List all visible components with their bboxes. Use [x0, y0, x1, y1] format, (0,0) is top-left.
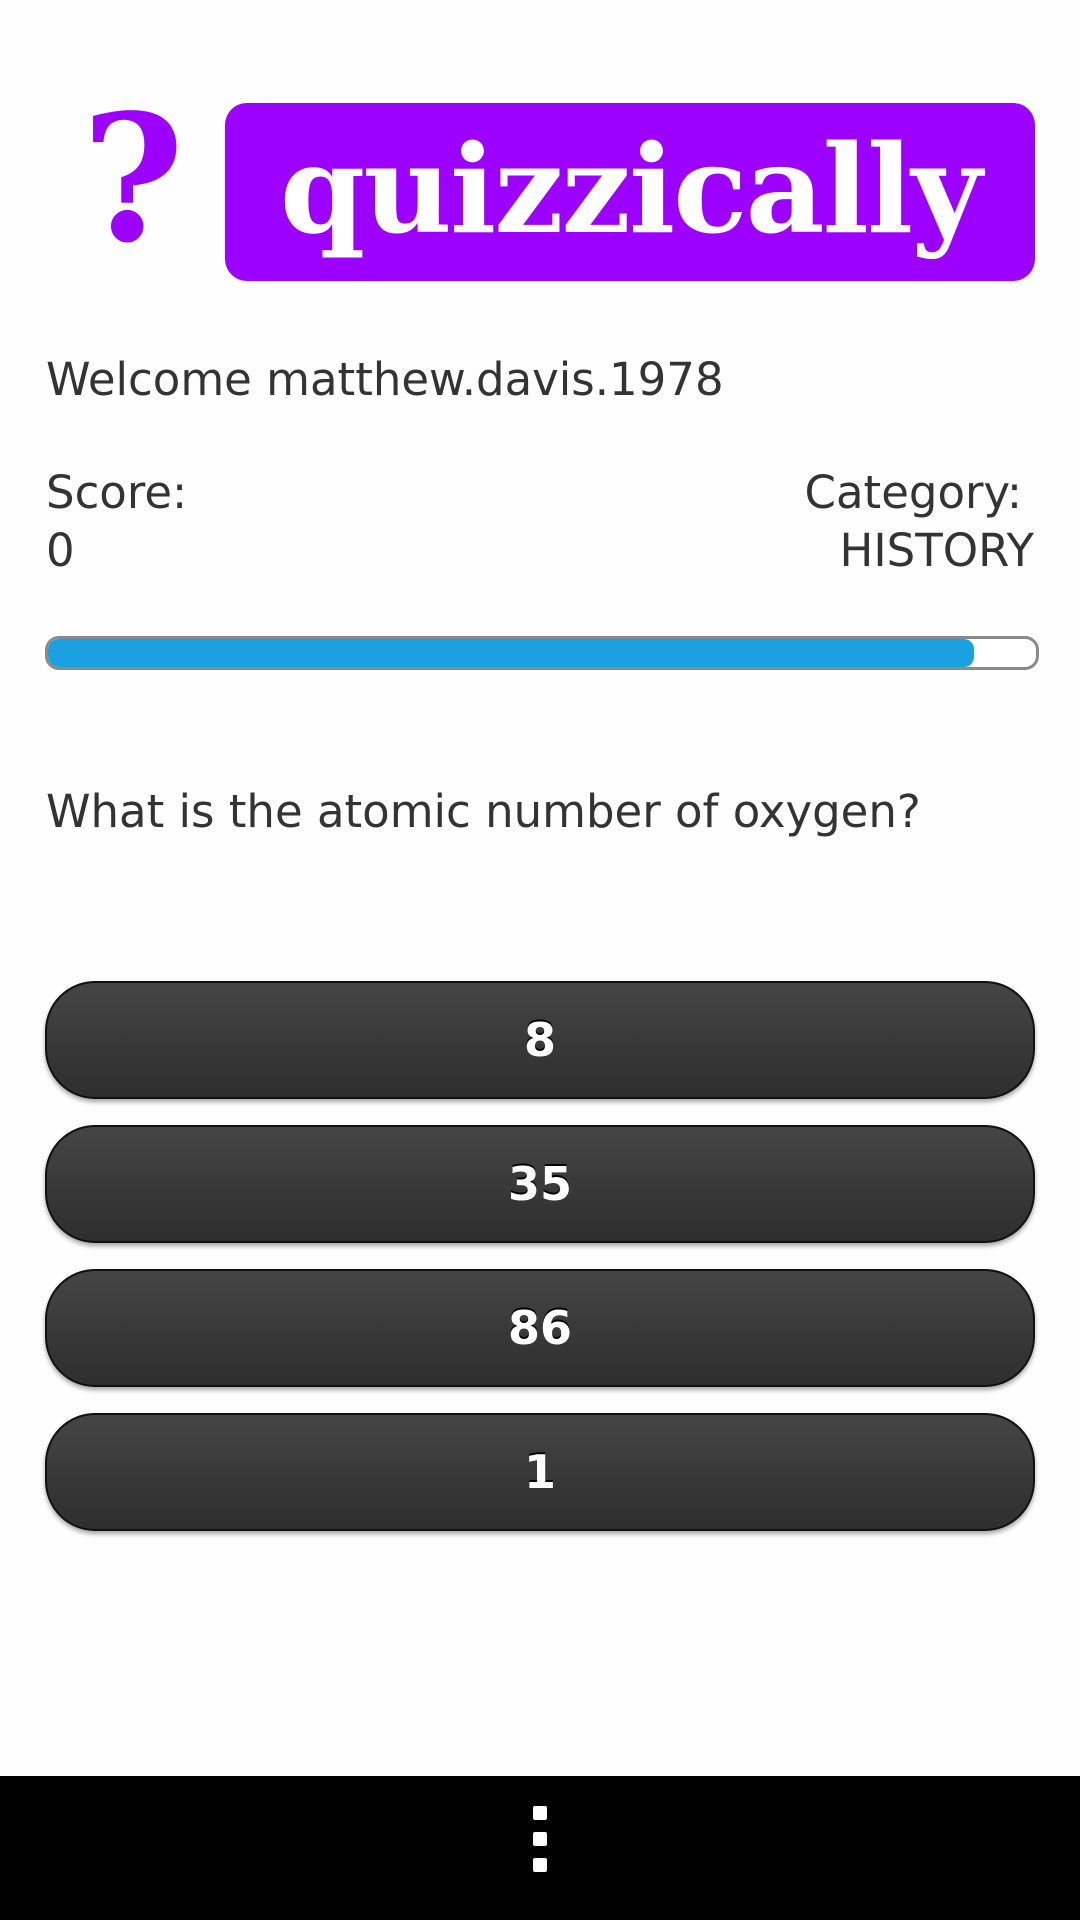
answer-button-3[interactable]: 86 — [45, 1269, 1035, 1387]
answer-button-1[interactable]: 8 — [45, 981, 1035, 1099]
logo-text: quizzically — [279, 117, 982, 261]
welcome-message: Welcome matthew.davis.1978 — [46, 353, 724, 406]
category-label: Category: — [804, 466, 1022, 519]
menu-dot — [533, 1832, 547, 1846]
overflow-menu-icon[interactable] — [525, 1806, 555, 1876]
menu-dot — [533, 1806, 547, 1820]
question-mark-icon: ? — [81, 77, 185, 282]
app-logo: ? quizzically — [0, 77, 1080, 282]
question-text: What is the atomic number of oxygen? — [46, 785, 921, 838]
score-label: Score: — [46, 466, 188, 519]
category-value: HISTORY — [839, 524, 1034, 577]
answer-button-2[interactable]: 35 — [45, 1125, 1035, 1243]
logo-banner: quizzically — [225, 103, 1035, 281]
score-panel: Score: 0 — [46, 464, 187, 580]
menu-dot — [533, 1858, 547, 1872]
timer-progress-bar — [45, 636, 1039, 670]
navigation-bar — [0, 1776, 1080, 1920]
answer-list: 8 35 86 1 — [45, 981, 1035, 1557]
answer-button-4[interactable]: 1 — [45, 1413, 1035, 1531]
category-panel: Category: HISTORY — [805, 464, 1034, 580]
quiz-screen: ? quizzically Welcome matthew.davis.1978… — [0, 0, 1080, 1920]
score-value: 0 — [46, 524, 75, 577]
timer-progress-fill — [48, 639, 974, 667]
